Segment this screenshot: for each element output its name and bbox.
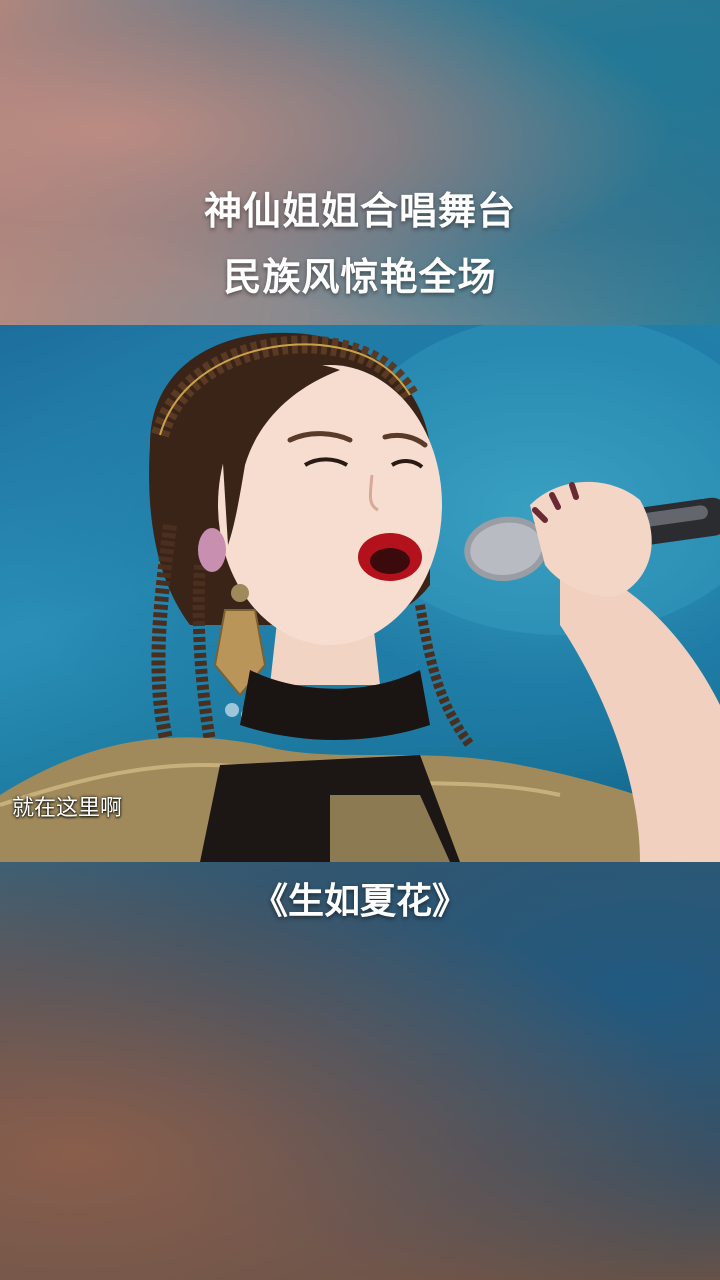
video-title-line-1: 神仙姐姐合唱舞台	[203, 189, 516, 233]
video-title-line-2: 民族风惊艳全场	[223, 255, 497, 299]
blurred-background-bottom	[0, 862, 720, 1280]
video-subtitle: 就在这里啊	[12, 796, 123, 821]
video-frame[interactable]: 就在这里啊	[0, 325, 720, 862]
song-title: 《生如夏花》	[251, 881, 468, 922]
singer-illustration	[0, 325, 720, 862]
